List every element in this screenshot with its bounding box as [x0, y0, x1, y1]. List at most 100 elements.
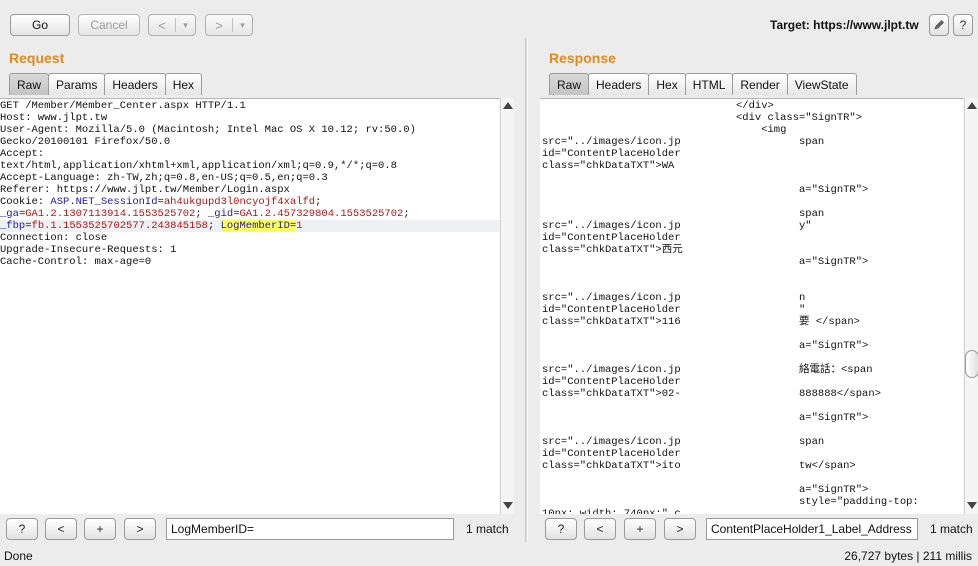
response-line: class="chkDataTXT">02- [542, 388, 681, 400]
response-line: id="ContentPlaceHolder [542, 148, 681, 160]
response-line [542, 280, 694, 292]
response-match-count: 1 match [930, 522, 973, 536]
chevron-down-icon: ▾ [183, 19, 188, 30]
response-line: a="SignTR"> [736, 340, 869, 352]
request-search-next-button[interactable]: > [124, 518, 156, 540]
help-button[interactable]: ? [953, 14, 973, 36]
request-search-help-button[interactable]: ? [6, 518, 38, 540]
request-search-input[interactable]: LogMemberID= [166, 518, 454, 540]
response-line: class="chkDataTXT">西元 [542, 244, 683, 256]
scroll-down-icon[interactable] [503, 502, 513, 509]
tab-render[interactable]: Render [732, 73, 788, 95]
tab-hex[interactable]: Hex [648, 73, 686, 95]
pane-divider[interactable] [525, 38, 528, 542]
response-right-column: </div> <div class="SignTR"> <img span a="… [736, 100, 962, 514]
response-line: span [736, 436, 825, 448]
response-line [736, 244, 962, 256]
response-line [542, 196, 694, 208]
response-search-input[interactable]: ContentPlaceHolder1_Label_Address [706, 518, 918, 540]
response-search-help-button[interactable]: ? [545, 518, 577, 540]
response-line [542, 256, 694, 268]
response-line: <img [736, 124, 787, 136]
response-line [736, 376, 962, 388]
response-line: id="ContentPlaceHolder [542, 448, 681, 460]
response-line [542, 472, 694, 484]
response-search-prev-button[interactable]: < [584, 518, 616, 540]
response-line [542, 100, 694, 112]
request-editor[interactable]: GET /Member/Member_Center.aspx HTTP/1.1 … [0, 98, 500, 514]
response-line [542, 172, 694, 184]
tab-viewstate[interactable]: ViewState [786, 73, 857, 95]
request-search-prev-button[interactable]: < [45, 518, 77, 540]
request-match-count: 1 match [466, 522, 509, 536]
response-line: 10px; width: 740px;" c [542, 508, 681, 514]
tab-raw[interactable]: Raw [9, 73, 50, 95]
tab-html[interactable]: HTML [684, 73, 734, 95]
response-line [736, 196, 962, 208]
response-search-add-button[interactable]: + [624, 518, 656, 540]
response-line: class="chkDataTXT">ito [542, 460, 681, 472]
request-title: Request [9, 50, 65, 66]
response-line [542, 268, 694, 280]
back-arrow-icon: < [158, 17, 166, 33]
scroll-up-icon[interactable] [503, 102, 513, 109]
request-line: Accept-Language: zh-TW,zh;q=0.8,en-US;q=… [0, 172, 328, 184]
response-line: 絡電話：<span [736, 364, 873, 376]
response-line [736, 232, 962, 244]
response-line [736, 400, 962, 412]
cancel-button[interactable]: Cancel [78, 14, 140, 36]
response-line: src="../images/icon.jp [542, 136, 681, 148]
response-line [736, 148, 962, 160]
response-line: 要 </span> [736, 316, 860, 328]
request-line: Referer: https://www.jlpt.tw/Member/Logi… [0, 184, 290, 196]
response-line: src="../images/icon.jp [542, 364, 681, 376]
response-line [736, 268, 962, 280]
response-scrollbar[interactable] [964, 98, 978, 514]
response-line [542, 424, 694, 436]
request-line: Host: www.jlpt.tw [0, 112, 108, 124]
edit-target-button[interactable] [929, 14, 949, 36]
response-line [736, 172, 962, 184]
response-search-next-button[interactable]: > [664, 518, 696, 540]
response-line: y" [736, 220, 812, 232]
scroll-thumb[interactable] [965, 350, 978, 378]
response-editor[interactable]: src="../images/icon.jp id="ContentPlaceHo… [540, 98, 964, 514]
tab-headers[interactable]: Headers [104, 73, 166, 95]
response-line [736, 424, 962, 436]
request-scrollbar[interactable] [500, 98, 514, 514]
response-line: span [736, 208, 825, 220]
request-line: text/html,application/xhtml+xml,applicat… [0, 160, 397, 172]
response-tabs: Raw Headers Hex HTML Render ViewState [549, 73, 857, 95]
response-line [542, 496, 694, 508]
response-line: id="ContentPlaceHolder [542, 376, 681, 388]
response-line [736, 472, 962, 484]
response-line: <div class="SignTR"> [736, 112, 863, 124]
forward-button[interactable]: > ▾ [205, 14, 253, 36]
response-line: src="../images/icon.jp [542, 292, 681, 304]
request-tabs: Raw Params Headers Hex [9, 73, 203, 95]
response-line [542, 184, 694, 196]
response-line: </div> [736, 100, 774, 112]
response-line: a="SignTR"> [736, 484, 869, 496]
tab-params[interactable]: Params [48, 73, 106, 95]
tab-hex[interactable]: Hex [164, 73, 203, 95]
status-text: Done [4, 549, 33, 563]
response-line: 888888</span> [736, 388, 881, 400]
scroll-down-icon[interactable] [967, 502, 977, 509]
back-button[interactable]: < ▾ [148, 14, 196, 36]
response-left-column: src="../images/icon.jp id="ContentPlaceHo… [542, 100, 694, 514]
go-button[interactable]: Go [10, 14, 70, 36]
request-search-add-button[interactable]: + [84, 518, 116, 540]
tab-headers[interactable]: Headers [588, 73, 650, 95]
response-line [542, 484, 694, 496]
response-line: src="../images/icon.jp [542, 436, 681, 448]
tab-raw[interactable]: Raw [549, 73, 590, 95]
response-line: class="chkDataTXT">116 [542, 316, 681, 328]
target-label: Target: https://www.jlpt.tw [770, 18, 919, 32]
response-line [736, 508, 962, 514]
scroll-up-icon[interactable] [967, 102, 977, 109]
request-line-cookie: _fbp=fb.1.1553525702577.243845158; LogMe… [0, 220, 500, 232]
response-line [542, 340, 694, 352]
response-line [542, 328, 694, 340]
response-title: Response [549, 50, 616, 66]
